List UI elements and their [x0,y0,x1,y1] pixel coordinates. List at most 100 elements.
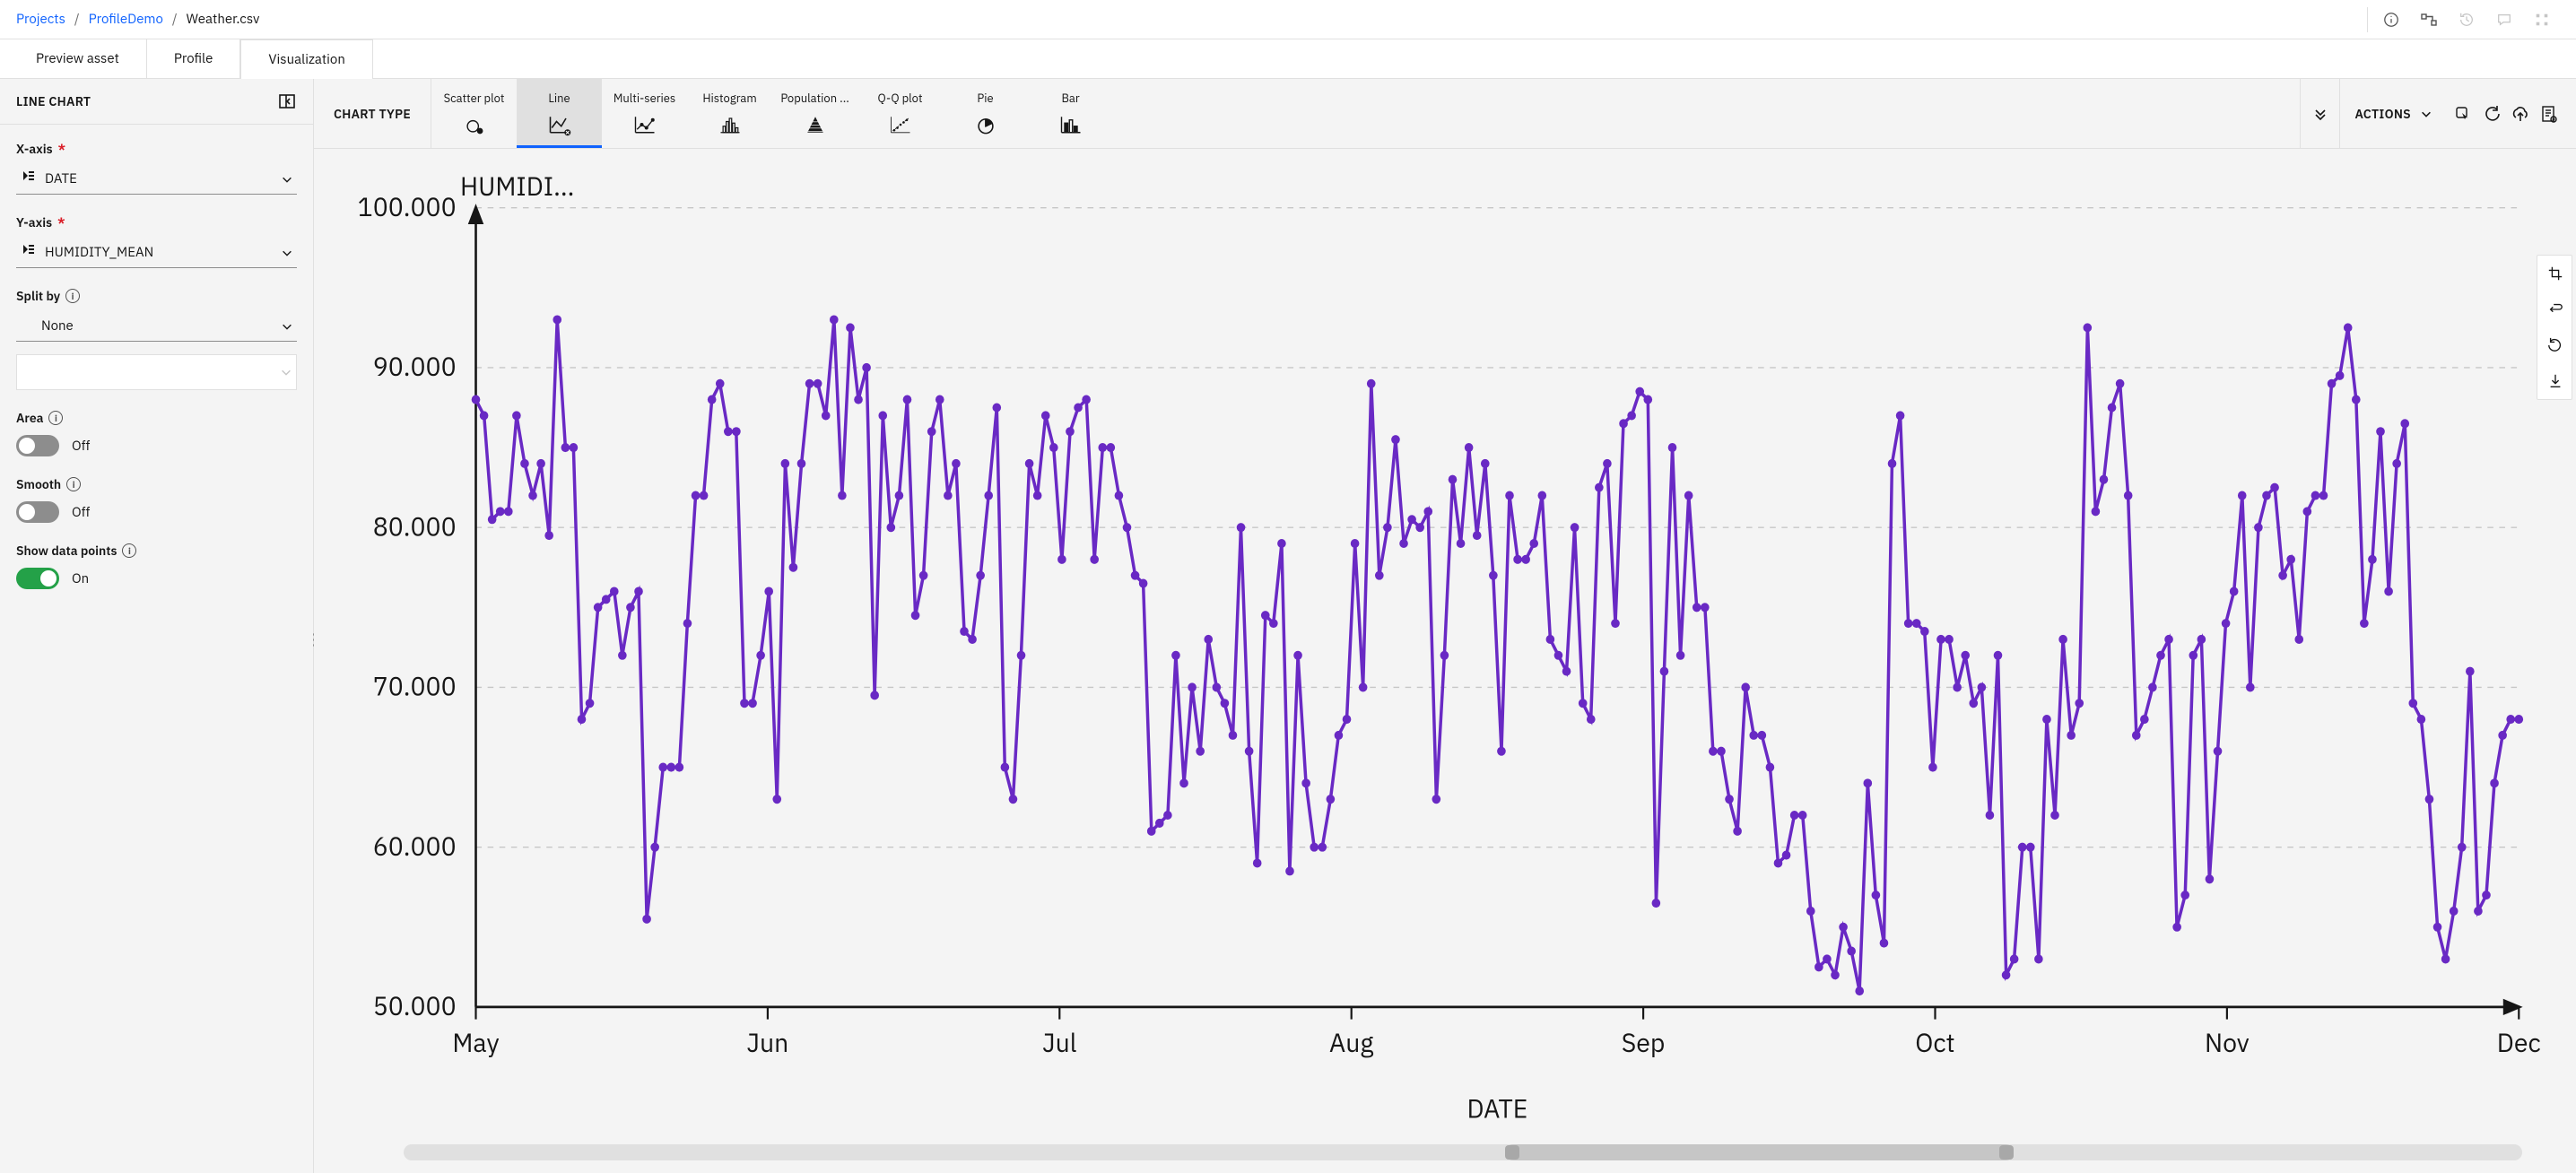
select-icon[interactable] [2450,101,2476,126]
pie-icon [973,112,998,137]
charttype-pie[interactable]: Pie [943,79,1028,148]
breadcrumbs: Projects / ProfileDemo / Weather.csv [16,11,259,28]
actions-dropdown[interactable]: ACTIONS [2354,106,2432,122]
save-chart-icon[interactable] [2537,101,2562,126]
sidebar: LINE CHART X-axis * DATE [0,79,314,1173]
range-scrollbar[interactable] [404,1144,2522,1160]
breadcrumb-sep: / [74,11,80,28]
range-handle-right[interactable] [1999,1145,2014,1160]
svg-text:80.000: 80.000 [373,508,457,543]
svg-text:Jul: Jul [1042,1025,1076,1060]
info-icon[interactable] [2373,2,2409,38]
area-label-text: Area [16,410,43,426]
area-toggle[interactable] [16,435,59,456]
required-marker: * [58,141,65,157]
required-marker: * [57,214,65,230]
info-icon[interactable]: i [48,411,63,425]
tab-profile[interactable]: Profile [147,39,241,78]
splitby-select[interactable]: None [16,311,297,342]
line-chart-svg: 50.00060.00070.00080.00090.000100.000May… [323,167,2558,1130]
splitby-field: Split by i None [16,288,297,390]
breadcrumb-bar: Projects / ProfileDemo / Weather.csv [0,0,2576,39]
smooth-label-text: Smooth [16,476,61,492]
charttype-bar-label: Bar [1061,91,1079,105]
charttype-more[interactable] [2300,79,2339,148]
svg-text:Nov: Nov [2205,1025,2250,1060]
range-selection[interactable] [1505,1144,2014,1160]
scatter-icon [462,112,487,137]
chart-top-bar: CHART TYPE Scatter plot Line Multi-serie… [314,79,2576,149]
smooth-label: Smooth i [16,476,297,492]
breadcrumb-profiledemo[interactable]: ProfileDemo [89,11,163,28]
chart-type-label: CHART TYPE [314,79,431,148]
showpoints-state: On [72,570,89,587]
chevron-down-icon [281,247,293,259]
charttype-scatter[interactable]: Scatter plot [431,79,517,148]
multiseries-icon [632,112,657,137]
chevron-down-icon [281,173,293,186]
sidebar-header: LINE CHART [0,79,313,125]
charttype-scatter-label: Scatter plot [444,91,505,105]
qq-icon [888,112,913,137]
charttype-qq-label: Q-Q plot [878,91,923,105]
svg-text:May: May [452,1025,499,1060]
info-icon[interactable]: i [66,477,81,491]
charttype-line[interactable]: Line [517,79,602,148]
flow-icon[interactable] [2411,2,2447,38]
area-field: Area i Off [16,410,297,456]
plot-side-tools [2537,255,2572,400]
svg-text:50.000: 50.000 [373,987,457,1022]
population-icon [803,112,828,137]
yaxis-select[interactable]: HUMIDITY_MEAN [16,238,297,268]
charttype-population[interactable]: Population ... [772,79,857,148]
top-tabs: Preview asset Profile Visualization [0,39,2576,79]
charttype-population-label: Population ... [780,91,849,105]
breadcrumb-projects[interactable]: Projects [16,11,65,28]
comment-icon[interactable] [2486,2,2522,38]
smooth-toggle[interactable] [16,501,59,523]
undo-icon[interactable] [2537,291,2573,327]
reset-icon[interactable] [2537,327,2573,363]
collapse-sidebar-icon[interactable] [277,91,297,111]
tab-preview-asset[interactable]: Preview asset [9,39,147,78]
xaxis-label-text: X-axis [16,141,53,157]
splitby-label: Split by i [16,288,297,304]
yaxis-field: Y-axis* HUMIDITY_MEAN [16,214,297,268]
bar-icon [1058,112,1083,137]
history-icon[interactable] [2449,2,2485,38]
field-type-icon [22,169,36,188]
charttype-histogram[interactable]: Histogram [687,79,772,148]
info-icon[interactable]: i [122,543,136,558]
chart-area: CHART TYPE Scatter plot Line Multi-serie… [314,79,2576,1173]
splitby-sub-select[interactable] [16,354,297,390]
double-chevron-down-icon [2313,107,2328,121]
apps-icon[interactable] [2524,2,2560,38]
showpoints-label: Show data points i [16,543,297,559]
svg-text:70.000: 70.000 [373,668,457,703]
actions-icons [2450,101,2562,126]
area-state: Off [72,438,90,455]
plot[interactable]: 50.00060.00070.00080.00090.000100.000May… [314,149,2576,1139]
main: LINE CHART X-axis * DATE [0,79,2576,1173]
charttype-bar[interactable]: Bar [1028,79,1113,148]
splitby-label-text: Split by [16,288,60,304]
svg-text:HUMIDI...: HUMIDI... [460,168,574,203]
xaxis-select[interactable]: DATE [16,164,297,195]
histogram-icon [718,112,743,137]
refresh-icon[interactable] [2479,101,2504,126]
svg-text:Dec: Dec [2497,1025,2541,1060]
tab-visualization[interactable]: Visualization [240,39,372,78]
charttype-qq[interactable]: Q-Q plot [857,79,943,148]
header-icon-group [2363,2,2560,38]
crop-icon[interactable] [2537,256,2573,291]
charttype-multiseries-label: Multi-series [614,91,675,105]
svg-text:Oct: Oct [1915,1025,1954,1060]
showpoints-toggle[interactable] [16,568,59,589]
range-handle-left[interactable] [1505,1145,1519,1160]
yaxis-label: Y-axis* [16,214,297,230]
download-icon[interactable] [2537,363,2573,399]
area-label: Area i [16,410,297,426]
charttype-multiseries[interactable]: Multi-series [602,79,687,148]
info-icon[interactable]: i [65,289,80,303]
upload-icon[interactable] [2508,101,2533,126]
